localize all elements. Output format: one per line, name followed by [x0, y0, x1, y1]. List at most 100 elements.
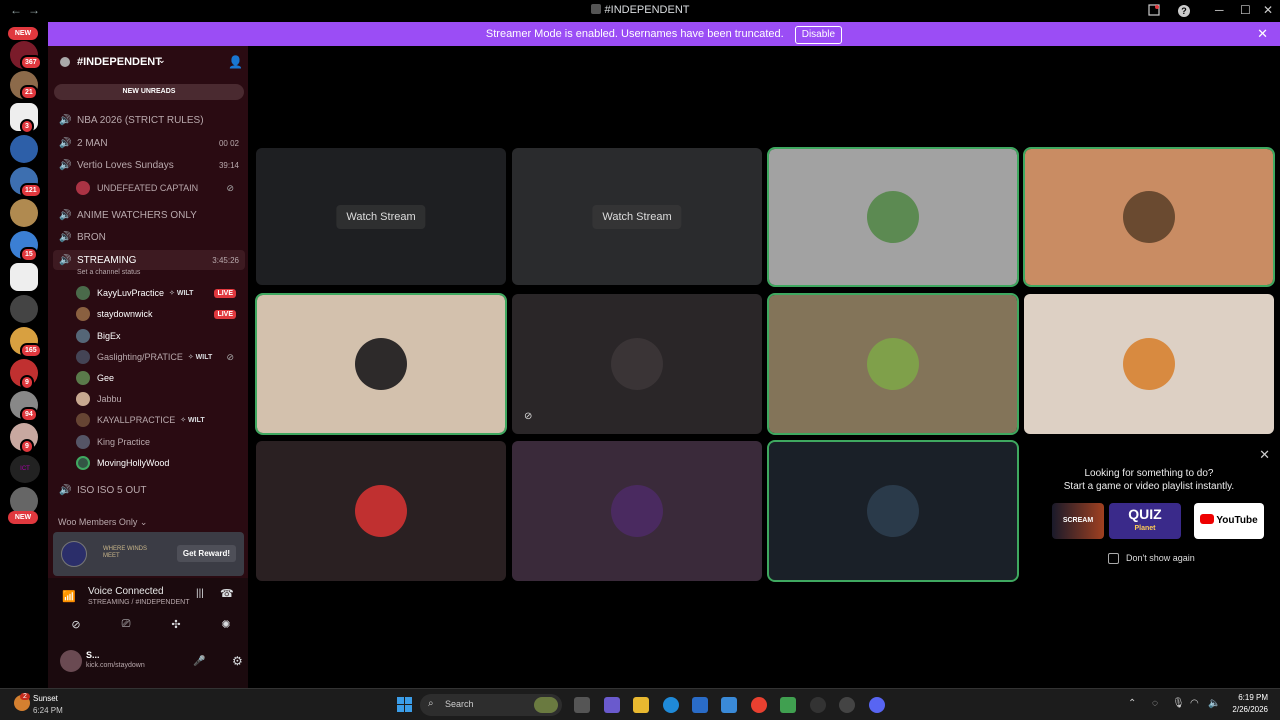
weather-label[interactable]: Sunset [33, 694, 58, 703]
network-icon[interactable]: ◌ [1152, 698, 1158, 709]
clock-time[interactable]: 6:19 PM [1232, 693, 1268, 702]
app-icon[interactable] [839, 697, 855, 713]
help-icon[interactable]: ? [1178, 5, 1190, 17]
close-icon[interactable]: ✕ [1259, 447, 1270, 463]
voice-channel[interactable]: 🔊 2 MAN 00 02 [53, 133, 245, 153]
windows-start-icon[interactable] [397, 697, 412, 712]
server-icon[interactable] [10, 263, 38, 291]
participant-tile[interactable] [1023, 147, 1275, 287]
task-view-icon[interactable] [574, 697, 590, 713]
chrome-icon[interactable] [751, 697, 767, 713]
voice-channel[interactable]: 🔊 Vertio Loves Sundays 39:14 [53, 155, 245, 175]
voice-channel[interactable]: 🔊 BRON [53, 227, 245, 247]
participant-tile[interactable] [256, 441, 506, 581]
tray-chevron-up-icon[interactable]: ⌃ [1128, 698, 1136, 709]
clock-date[interactable]: 2/26/2026 [1226, 705, 1268, 714]
clan-tag: ✧ WILT [169, 290, 194, 297]
channel-timer: 39:14 [218, 160, 239, 170]
stream-tile[interactable]: Watch Stream [256, 148, 506, 285]
activity-youtube[interactable]: YouTube [1194, 503, 1264, 539]
server-icon[interactable] [10, 295, 38, 323]
disable-streamer-mode-button[interactable]: Disable [794, 26, 843, 44]
app-icon[interactable] [780, 697, 796, 713]
store-icon[interactable] [692, 697, 708, 713]
voice-channel[interactable]: 🔊 ANIME WATCHERS ONLY [53, 205, 245, 225]
participant-tile[interactable] [767, 147, 1019, 287]
channel-status[interactable]: Set a channel status [77, 269, 140, 276]
participant-tile[interactable] [1024, 294, 1274, 434]
weather-badge: 2 [20, 693, 30, 700]
dont-show-label[interactable]: Don't show again [1126, 553, 1195, 563]
noise-suppression-icon[interactable]: ||| [196, 588, 204, 599]
inbox-icon[interactable] [1148, 4, 1160, 19]
mic-tray-icon[interactable]: 🎙 [1172, 698, 1185, 709]
get-reward-button[interactable]: Get Reward! [176, 545, 236, 562]
soundboard-icon[interactable]: ✺ [206, 618, 246, 636]
activities-icon[interactable]: ✣ [156, 618, 196, 636]
user-display-name[interactable]: S... [86, 650, 100, 660]
channel-name: NBA 2026 (STRICT RULES) [77, 114, 204, 126]
settings-gear-icon[interactable]: ⚙ [232, 654, 243, 668]
user-avatar[interactable] [60, 650, 82, 672]
participant-tile[interactable]: ⊘ [512, 294, 762, 434]
voice-user[interactable]: King Practice [76, 432, 246, 452]
camera-off-icon[interactable]: ⊘ [56, 618, 96, 636]
voice-user[interactable]: Gaslighting/PRATICE ✧ WILT ⊘ [76, 347, 246, 367]
category-header[interactable]: Woo Members Only ⌄ [58, 517, 147, 528]
voice-stage: Watch Stream Watch Stream ⊘ [248, 46, 1280, 688]
search-box[interactable]: ⌕ Search [420, 694, 562, 716]
participant-tile[interactable] [767, 440, 1019, 582]
voice-user[interactable]: KAYALLPRACTICE ✧ WILT [76, 410, 246, 430]
voice-user[interactable]: Jabbu [76, 389, 246, 409]
copilot-icon[interactable] [604, 697, 620, 713]
avatar [76, 286, 90, 300]
server-folder[interactable]: ICT [10, 455, 40, 483]
stream-tile[interactable]: Watch Stream [512, 148, 762, 285]
add-member-icon[interactable]: 👤 [228, 55, 243, 69]
microphone-icon[interactable]: 🎤 [193, 656, 205, 667]
minimize-button[interactable]: ─ [1215, 3, 1224, 17]
outlook-icon[interactable] [721, 697, 737, 713]
user-activity[interactable]: kick.com/staydown [86, 662, 145, 669]
activity-quiz-sub: Planet [1134, 525, 1156, 532]
file-explorer-icon[interactable] [633, 697, 649, 713]
voice-user[interactable]: staydownwick LIVE [76, 304, 246, 324]
voice-user[interactable]: Gee [76, 368, 246, 388]
voice-channel[interactable]: 🔊 ISO ISO 5 OUT [53, 480, 245, 500]
screen-share-icon[interactable]: ⎚ [106, 618, 146, 636]
signal-icon[interactable]: 📶 [62, 590, 76, 603]
voice-channel-active[interactable]: 🔊 STREAMING 3:45:26 [53, 250, 245, 270]
voice-status[interactable]: Voice Connected [88, 586, 164, 597]
close-window-button[interactable]: ✕ [1263, 3, 1273, 17]
activity-scream[interactable]: SCREAM [1052, 503, 1104, 539]
watch-stream-button[interactable]: Watch Stream [592, 204, 682, 229]
server-icon[interactable] [10, 135, 38, 163]
server-icon[interactable] [10, 199, 38, 227]
new-unreads-pill[interactable]: NEW UNREADS [54, 84, 244, 100]
unread-badge: 165 [20, 343, 42, 358]
voice-channel[interactable]: 🔊 NBA 2026 (STRICT RULES) [53, 110, 245, 130]
maximize-button[interactable]: ☐ [1240, 3, 1251, 17]
participant-tile[interactable] [255, 293, 507, 435]
voice-channel-path[interactable]: STREAMING / #INDEPENDENT [88, 599, 190, 606]
voice-user[interactable]: BigEx [76, 326, 246, 346]
disconnect-icon[interactable]: ☎ [220, 587, 234, 600]
participant-tile[interactable] [512, 441, 762, 581]
watch-stream-button[interactable]: Watch Stream [336, 204, 426, 229]
edge-icon[interactable] [663, 697, 679, 713]
voice-user[interactable]: MovingHollyWood [76, 453, 246, 473]
volume-icon[interactable]: 🔈 [1208, 698, 1220, 709]
title-bar: ← → #INDEPENDENT ? ─ ☐ ✕ [0, 0, 1280, 21]
voice-user[interactable]: KayyLuvPractice ✧ WILT LIVE [76, 283, 246, 303]
wifi-icon[interactable]: ◠ [1190, 698, 1199, 709]
banner-close-icon[interactable]: ✕ [1257, 22, 1268, 46]
dont-show-checkbox[interactable] [1108, 553, 1119, 564]
participant-tile[interactable] [767, 293, 1019, 435]
channel-name: 2 MAN [77, 137, 108, 149]
voice-user[interactable]: UNDEFEATED CAPTAIN ⊘ [76, 178, 246, 198]
app-icon[interactable] [810, 697, 826, 713]
server-header[interactable]: #INDEPENDENT ⌄ 👤 [48, 46, 248, 80]
discord-icon[interactable] [869, 697, 885, 713]
activity-quiz-planet[interactable]: QUIZ Planet [1109, 503, 1181, 539]
clan-tag: ✧ WILT [187, 354, 213, 361]
